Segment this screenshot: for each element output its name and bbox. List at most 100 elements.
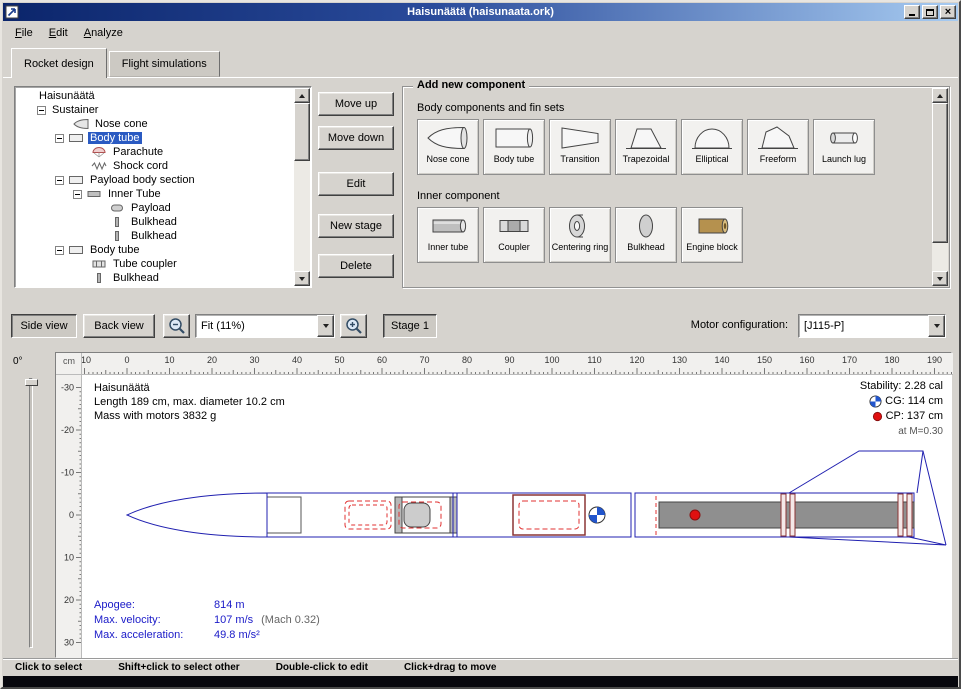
scroll-up-button[interactable] [294, 88, 310, 103]
add-engine-block-button[interactable]: Engine block [681, 207, 743, 263]
component-button-label: Elliptical [695, 155, 728, 164]
stability-block: Stability: 2.28 cal CG: 114 cm CP: 137 c… [860, 379, 943, 439]
rocket-dimensions: Length 189 cm, max. diameter 10.2 cm [94, 395, 285, 409]
maximize-button[interactable] [922, 5, 938, 19]
titlebar[interactable]: Haisunäätä (haisunaata.ork) × [3, 3, 958, 21]
dropdown-arrow-icon[interactable] [928, 315, 945, 337]
tree-item-payload[interactable]: Payload [17, 201, 293, 215]
tab-rocket-design[interactable]: Rocket design [11, 48, 107, 78]
minimize-button[interactable] [904, 5, 920, 19]
body-tube-icon [68, 244, 84, 256]
motor-configuration-select[interactable]: [J115-P] [798, 314, 946, 338]
tree-item-bulkhead[interactable]: Bulkhead [17, 271, 293, 285]
coupler-inner-dashed[interactable] [519, 501, 579, 529]
menu-item-edit[interactable]: Edit [41, 24, 76, 42]
add-coupler-button[interactable]: Coupler [483, 207, 545, 263]
nose-cone-icon [426, 123, 470, 153]
tree-scrollbar[interactable] [294, 88, 310, 286]
tree-item-haisun-t[interactable]: Haisunäätä [17, 89, 293, 103]
centering-ring-shape[interactable] [898, 494, 903, 536]
scrollbar-thumb[interactable] [932, 103, 948, 243]
menu-item-file[interactable]: File [7, 24, 41, 42]
zoom-out-button[interactable] [163, 314, 190, 338]
payload-shape[interactable] [404, 503, 430, 527]
collapse-icon[interactable] [55, 176, 64, 185]
fin-shape[interactable] [789, 451, 946, 545]
add-centering-ring-button[interactable]: Centering ring [549, 207, 611, 263]
component-scrollbar[interactable] [932, 88, 948, 286]
rocket-draw-area[interactable]: Haisunäätä Length 189 cm, max. diameter … [82, 375, 951, 657]
tree-item-label: Parachute [111, 146, 165, 158]
rotation-slider-handle[interactable] [25, 379, 38, 386]
tree-item-label: Body tube [88, 244, 142, 256]
collapse-icon[interactable] [55, 246, 64, 255]
tree-item-parachute[interactable]: Parachute [17, 145, 293, 159]
tree-item-inner-tube[interactable]: Inner Tube [17, 187, 293, 201]
menu-item-analyze[interactable]: Analyze [76, 24, 131, 42]
freeform-icon [756, 123, 800, 153]
zoom-in-button[interactable] [340, 314, 367, 338]
new-stage-button[interactable]: New stage [318, 214, 394, 238]
add-elliptical-button[interactable]: Elliptical [681, 119, 743, 175]
statusbar: Click to selectShift+click to select oth… [3, 658, 958, 676]
add-trapezoidal-button[interactable]: Trapezoidal [615, 119, 677, 175]
tree-item-body-tube[interactable]: Body tube [17, 243, 293, 257]
add-transition-button[interactable]: Transition [549, 119, 611, 175]
component-tree[interactable]: HaisunäätäSustainerNose coneBody tubePar… [14, 86, 312, 288]
edit-button[interactable]: Edit [318, 172, 394, 196]
add-launch-lug-button[interactable]: Launch lug [813, 119, 875, 175]
nose-shoulder-shape[interactable] [267, 497, 301, 533]
centering-ring-shape[interactable] [907, 494, 912, 536]
close-button[interactable]: × [940, 5, 956, 19]
tree-item-tube-coupler[interactable]: Tube coupler [17, 257, 293, 271]
tree-item-bulkhead[interactable]: Bulkhead [17, 215, 293, 229]
scroll-down-button[interactable] [932, 271, 948, 286]
fin-projection-shape[interactable] [789, 537, 946, 545]
scroll-up-button[interactable] [932, 88, 948, 103]
parachute-inner-shape[interactable] [349, 505, 387, 525]
move-up-button[interactable]: Move up [318, 92, 394, 116]
tree-item-label: Haisunäätä [37, 90, 97, 102]
scrollbar-track[interactable] [932, 103, 948, 271]
move-down-button[interactable]: Move down [318, 126, 394, 150]
collapse-icon[interactable] [73, 190, 82, 199]
flight-stats: Apogee:814 mMax. velocity:107 m/s(Mach 0… [94, 598, 320, 643]
collapse-icon[interactable] [55, 134, 64, 143]
body-tube-icon [68, 174, 84, 186]
dropdown-arrow-icon[interactable] [317, 315, 334, 337]
add-body-tube-button[interactable]: Body tube [483, 119, 545, 175]
rocket-info: Haisunäätä Length 189 cm, max. diameter … [94, 381, 285, 423]
rocket-canvas[interactable]: cm -100102030405060708090100110120130140… [55, 352, 952, 658]
tree-item-shock-cord[interactable]: Shock cord [17, 159, 293, 173]
tab-flight-simulations[interactable]: Flight simulations [109, 51, 220, 77]
scrollbar-track[interactable] [294, 103, 310, 271]
menubar: FileEditAnalyze [3, 21, 958, 45]
component-button-label: Trapezoidal [623, 155, 670, 164]
add-bulkhead-button[interactable]: Bulkhead [615, 207, 677, 263]
centering-ring-shape[interactable] [781, 494, 786, 536]
tree-item-nose-cone[interactable]: Nose cone [17, 117, 293, 131]
tree-item-bulkhead[interactable]: Bulkhead [17, 229, 293, 243]
side-view-button[interactable]: Side view [11, 314, 77, 338]
tree-item-sustainer[interactable]: Sustainer [17, 103, 293, 117]
add-nose-cone-button[interactable]: Nose cone [417, 119, 479, 175]
component-button-label: Centering ring [552, 243, 609, 252]
component-button-label: Nose cone [426, 155, 469, 164]
delete-button[interactable]: Delete [318, 254, 394, 278]
add-freeform-button[interactable]: Freeform [747, 119, 809, 175]
stage-1-toggle[interactable]: Stage 1 [383, 314, 437, 338]
rotation-slider[interactable] [29, 378, 33, 648]
tree-item-body-tube[interactable]: Body tube [17, 131, 293, 145]
collapse-icon[interactable] [37, 106, 46, 115]
scrollbar-thumb[interactable] [294, 103, 310, 161]
centering-ring-shape[interactable] [790, 494, 795, 536]
centering-ring-icon [558, 211, 602, 241]
scroll-down-button[interactable] [294, 271, 310, 286]
zoom-level-select[interactable]: Fit (11%) [195, 314, 335, 338]
app-window: Haisunäätä (haisunaata.ork) × FileEditAn… [0, 0, 961, 689]
back-view-button[interactable]: Back view [83, 314, 155, 338]
add-inner-tube-button[interactable]: Inner tube [417, 207, 479, 263]
nose-cone-shape[interactable] [127, 493, 267, 537]
component-button-label: Inner tube [428, 243, 469, 252]
tree-item-payload-body-section[interactable]: Payload body section [17, 173, 293, 187]
